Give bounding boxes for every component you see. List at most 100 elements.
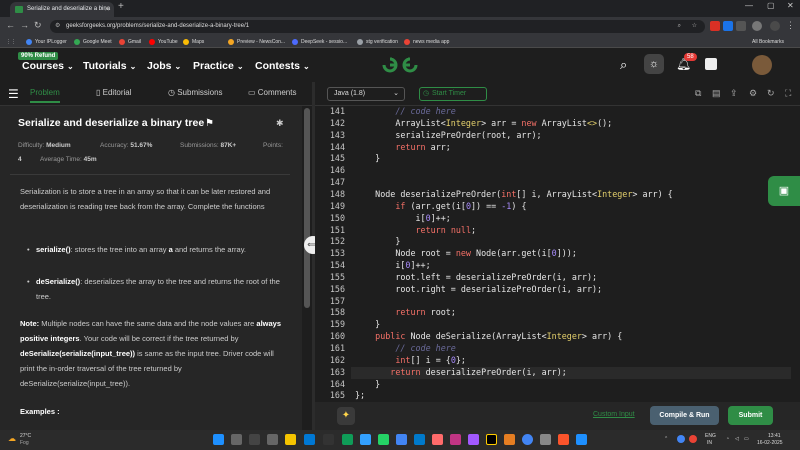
bug-report-icon[interactable]: ✱ bbox=[276, 118, 284, 129]
submit-button[interactable]: Submit bbox=[728, 406, 773, 425]
wifi-icon[interactable]: ◔ bbox=[726, 436, 729, 442]
nav-tutorials[interactable]: Tutorials ⌄ bbox=[83, 60, 136, 72]
tab-submissions[interactable]: ◷ Submissions bbox=[168, 88, 223, 97]
input-region[interactable]: IN bbox=[707, 440, 712, 446]
copy-icon[interactable]: ⧉ bbox=[695, 88, 701, 99]
bookmark-item[interactable]: YouTube bbox=[149, 37, 178, 47]
code-line[interactable]: root.left = deserializePreOrder(i, arr); bbox=[355, 272, 597, 282]
bookmark-item[interactable]: Preview - NewsCon... bbox=[228, 37, 285, 47]
taskbar-app-icon[interactable] bbox=[504, 434, 515, 445]
browser-menu-icon[interactable]: ⋮ bbox=[786, 20, 795, 31]
code-line[interactable]: return root; bbox=[355, 307, 456, 317]
brave-icon[interactable] bbox=[558, 434, 569, 445]
menu-icon[interactable]: ☰ bbox=[8, 87, 19, 101]
code-line[interactable]: root.right = deserializePreOrder(i, arr)… bbox=[355, 284, 602, 294]
site-info-icon[interactable]: ⚙ bbox=[55, 20, 60, 33]
code-line[interactable]: // code here bbox=[355, 343, 456, 353]
code-line[interactable]: public Node deSerialize(ArrayList<Intege… bbox=[355, 331, 622, 341]
clock-time[interactable]: 13:41 bbox=[768, 433, 781, 439]
taskbar-app-icon[interactable] bbox=[576, 434, 587, 445]
tab-comments[interactable]: ▭ Comments bbox=[248, 88, 296, 97]
extension-icon[interactable] bbox=[723, 21, 733, 31]
code-line[interactable]: } bbox=[355, 379, 380, 389]
taskbar-app-icon[interactable] bbox=[540, 434, 551, 445]
theme-toggle-icon[interactable]: ☼ bbox=[644, 54, 664, 74]
edge-icon[interactable] bbox=[360, 434, 371, 445]
code-line[interactable]: i[0]++; bbox=[355, 260, 430, 270]
minimize-icon[interactable]: — bbox=[745, 1, 753, 10]
start-timer-button[interactable]: ◷ Start Timer bbox=[419, 87, 487, 101]
bookmark-item[interactable]: Google Meet bbox=[74, 37, 112, 47]
all-bookmarks[interactable]: All Bookmarks bbox=[752, 37, 784, 47]
problem-scrollbar[interactable] bbox=[302, 106, 312, 430]
code-line[interactable]: }; bbox=[355, 390, 365, 400]
taskbar-app-icon[interactable] bbox=[304, 434, 315, 445]
avatar[interactable] bbox=[752, 55, 772, 75]
scrollbar-thumb[interactable] bbox=[304, 108, 310, 308]
file-icon[interactable]: ▤ bbox=[712, 88, 721, 99]
code-line[interactable]: // code here bbox=[355, 106, 456, 116]
taskbar-app-icon[interactable] bbox=[249, 434, 260, 445]
settings-icon[interactable]: ⚙ bbox=[749, 88, 757, 99]
profile-avatar[interactable] bbox=[752, 21, 762, 31]
battery-icon[interactable]: ▭ bbox=[744, 436, 749, 442]
custom-input-link[interactable]: Custom Input bbox=[593, 411, 635, 418]
fullscreen-icon[interactable]: ⛶ bbox=[785, 88, 791, 99]
tray-app-icon[interactable] bbox=[677, 435, 685, 443]
extension-icon[interactable] bbox=[710, 21, 720, 31]
nav-courses[interactable]: Courses ⌄ bbox=[22, 60, 74, 72]
code-line[interactable]: return null; bbox=[355, 225, 477, 235]
taskbar-app-icon[interactable] bbox=[450, 434, 461, 445]
taskbar-app-icon[interactable] bbox=[342, 434, 353, 445]
bookmark-icon[interactable]: ⚑ bbox=[205, 118, 214, 129]
forward-icon[interactable]: → bbox=[20, 20, 29, 30]
taskbar-app-icon[interactable] bbox=[231, 434, 242, 445]
code-line[interactable]: } bbox=[355, 236, 400, 246]
feedback-chat-icon[interactable]: ▣ bbox=[768, 176, 800, 206]
tray-app-icon[interactable] bbox=[689, 435, 697, 443]
google-account-icon[interactable] bbox=[770, 21, 780, 31]
code-line[interactable]: return deserializePreOrder(i, arr); bbox=[355, 367, 567, 377]
reset-icon[interactable]: ↻ bbox=[767, 88, 775, 99]
taskbar-app-icon[interactable] bbox=[486, 434, 497, 445]
tab-editorial[interactable]: ▯ Editorial bbox=[96, 88, 132, 97]
chrome-icon[interactable] bbox=[396, 434, 407, 445]
browser-tab[interactable]: Serialize and deserialize a bina ✕ bbox=[10, 2, 114, 17]
clock-date[interactable]: 16-02-2025 bbox=[757, 440, 783, 446]
apps-grid-icon[interactable]: ⋮⋮ bbox=[6, 37, 16, 47]
code-line[interactable]: i[0]++; bbox=[355, 213, 451, 223]
bookmark-item[interactable]: DeepSeek - sessio... bbox=[292, 37, 347, 47]
compile-run-button[interactable]: Compile & Run bbox=[650, 406, 719, 425]
bookmark-item[interactable]: stg verification bbox=[357, 37, 398, 47]
bookmark-star-icon[interactable]: ☆ bbox=[692, 20, 697, 33]
input-language[interactable]: ENG bbox=[705, 433, 716, 439]
windows-start-icon[interactable] bbox=[213, 434, 224, 445]
nav-contests[interactable]: Contests ⌄ bbox=[255, 60, 310, 72]
bookmark-item[interactable]: Maps bbox=[183, 37, 204, 47]
share-icon[interactable]: ⇪ bbox=[730, 88, 738, 99]
extensions-puzzle-icon[interactable] bbox=[736, 21, 746, 31]
code-line[interactable]: serializePreOrder(root, arr); bbox=[355, 130, 541, 140]
code-line[interactable]: if (arr.get(i[0]) == -1) { bbox=[355, 201, 526, 211]
code-line[interactable]: ArrayList<Integer> arr = new ArrayList<>… bbox=[355, 118, 612, 128]
code-line[interactable]: } bbox=[355, 153, 380, 163]
chrome-active-icon[interactable] bbox=[522, 434, 533, 445]
gfg-logo[interactable] bbox=[380, 56, 420, 79]
code-line[interactable]: int[] i = {0}; bbox=[355, 355, 466, 365]
taskbar-app-icon[interactable] bbox=[267, 434, 278, 445]
code-line[interactable]: Node root = new Node(arr.get(i[0])); bbox=[355, 248, 577, 258]
search-icon[interactable]: ⌕ bbox=[620, 57, 627, 73]
language-select[interactable]: Java (1.8) ⌄ bbox=[327, 87, 405, 101]
new-tab-icon[interactable]: + bbox=[118, 1, 124, 12]
bookmark-item[interactable]: news media app bbox=[404, 37, 449, 47]
whatsapp-icon[interactable] bbox=[378, 434, 389, 445]
taskbar-app-icon[interactable] bbox=[468, 434, 479, 445]
bookmark-item[interactable]: Gmail bbox=[119, 37, 141, 47]
hint-bulb-icon[interactable]: ✦ bbox=[337, 407, 355, 425]
zoom-icon[interactable]: ⌕ bbox=[678, 20, 681, 33]
taskbar-app-icon[interactable] bbox=[323, 434, 334, 445]
code-line[interactable]: Node deserializePreOrder(int[] i, ArrayL… bbox=[355, 189, 673, 199]
url-input[interactable]: ⚙ geeksforgeeks.org/problems/serialize-a… bbox=[50, 20, 705, 33]
translate-icon[interactable] bbox=[705, 58, 717, 70]
bookmark-item[interactable]: Your IPLogger bbox=[26, 37, 67, 47]
